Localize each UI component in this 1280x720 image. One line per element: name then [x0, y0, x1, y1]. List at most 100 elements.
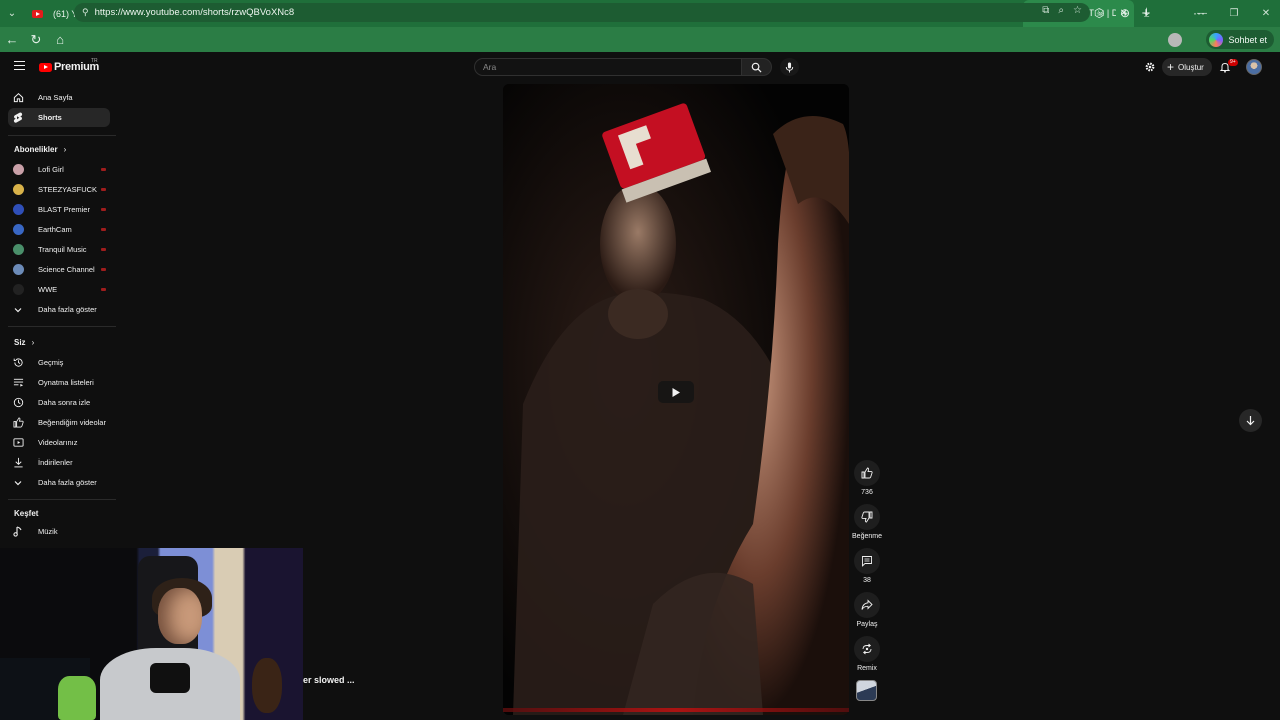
sidebar-item-video[interactable]: Videolarınız: [8, 433, 110, 452]
dislike-button[interactable]: [854, 504, 880, 530]
sidebar-item-clock[interactable]: Daha sonra izle: [8, 393, 110, 412]
back-icon[interactable]: ←: [0, 27, 24, 52]
collections-icon[interactable]: ⊕: [1120, 0, 1130, 25]
sidebar-item-music[interactable]: Müzik: [8, 522, 110, 541]
maximize-icon[interactable]: ❐: [1218, 0, 1250, 27]
downloads-icon[interactable]: ⤓: [1144, 0, 1149, 25]
remix-action[interactable]: Remix: [852, 636, 882, 672]
chevron-down-icon: [8, 300, 38, 319]
channel-avatar-image: [13, 164, 24, 175]
like-action[interactable]: 736: [852, 460, 882, 496]
search-icon: [751, 62, 762, 73]
guide-menu-icon[interactable]: [14, 61, 25, 70]
chevron-right-icon: ›: [63, 145, 67, 154]
sidebar-item-label: İndirilenler: [38, 458, 73, 467]
home-icon: [8, 88, 38, 107]
channel-avatar-image: [13, 184, 24, 195]
channel-avatar-image: [13, 224, 24, 235]
youtube-logo[interactable]: Premium TR: [39, 58, 99, 73]
shorts-icon: [8, 108, 38, 127]
like-count: 736: [861, 489, 873, 496]
remix-button[interactable]: [854, 636, 880, 662]
sidebar-subscription-item[interactable]: STEEZYASFUCK: [8, 180, 110, 199]
arrow-down-icon: [1246, 416, 1255, 426]
sidebar-item-label: STEEZYASFUCK: [38, 185, 98, 194]
sidebar-subscription-item[interactable]: BLAST Premier: [8, 200, 110, 219]
thumbs-up-icon: [8, 413, 38, 432]
extensions-icon[interactable]: ⬡: [1094, 0, 1104, 25]
you-show-more[interactable]: Daha fazla göster: [8, 473, 110, 492]
sidebar-subscription-item[interactable]: Science Channel: [8, 260, 110, 279]
site-info-icon[interactable]: ⚲: [82, 7, 89, 18]
sidebar-item-history[interactable]: Geçmiş: [8, 353, 110, 372]
chevron-right-icon: ›: [31, 338, 35, 347]
copilot-chat-button[interactable]: Sohbet et: [1206, 30, 1274, 49]
sidebar-item-label: Lofi Girl: [38, 165, 64, 174]
sidebar-item-label: Science Channel: [38, 265, 95, 274]
sidebar-subscription-item[interactable]: WWE: [8, 280, 110, 299]
history-icon: [8, 353, 38, 372]
browser-profile-avatar[interactable]: [1168, 33, 1182, 47]
sidebar-item-thumbs-up[interactable]: Beğendiğim videolar: [8, 413, 110, 432]
plus-icon: +: [1167, 60, 1175, 74]
sidebar-item-download[interactable]: İndirilenler: [8, 453, 110, 472]
like-button[interactable]: [854, 460, 880, 486]
sidebar-item-label: BLAST Premier: [38, 205, 90, 214]
search-input[interactable]: Ara: [474, 58, 742, 76]
sidebar-item-label: Daha sonra izle: [38, 398, 91, 407]
guitar-shape: [252, 658, 282, 713]
sidebar-subscription-item[interactable]: Tranquil Music: [8, 240, 110, 259]
you-heading-label: Siz: [14, 338, 26, 347]
comment-count: 38: [863, 577, 871, 584]
share-button[interactable]: [854, 592, 880, 618]
sidebar-item-shorts[interactable]: Shorts: [8, 108, 110, 127]
app-install-icon[interactable]: ⧉: [1042, 5, 1049, 16]
new-content-indicator: [101, 168, 106, 171]
address-bar[interactable]: ⚲ https://www.youtube.com/shorts/rzwQBVo…: [74, 3, 1090, 22]
thumbs-up-icon: [861, 467, 873, 479]
sidebar-item-home[interactable]: Ana Sayfa: [8, 88, 110, 107]
new-content-indicator: [101, 268, 106, 271]
voice-search-button[interactable]: [780, 58, 799, 76]
notification-count-badge: 9+: [1228, 59, 1238, 66]
subscriptions-heading-label: Abonelikler: [14, 145, 58, 154]
url-text: https://www.youtube.com/shorts/rzwQBVoXN…: [94, 7, 295, 18]
create-button[interactable]: + Oluştur: [1162, 58, 1212, 76]
comments-action[interactable]: 38: [852, 548, 882, 584]
play-button[interactable]: [658, 381, 694, 403]
comments-button[interactable]: [854, 548, 880, 574]
sidebar-item-label: WWE: [38, 285, 58, 294]
zoom-icon[interactable]: ⌕: [1058, 5, 1064, 16]
favorite-star-icon[interactable]: ☆: [1073, 5, 1082, 16]
sidebar-subscription-item[interactable]: EarthCam: [8, 220, 110, 239]
streamer-webcam-overlay: [0, 548, 303, 720]
search-button[interactable]: [742, 58, 772, 76]
thumbs-down-icon: [861, 511, 873, 523]
subscriptions-show-more[interactable]: Daha fazla göster: [8, 300, 110, 319]
subscriptions-heading[interactable]: Abonelikler ›: [14, 145, 66, 154]
next-short-button[interactable]: [1239, 409, 1262, 432]
you-heading[interactable]: Siz ›: [14, 338, 34, 347]
channel-avatar-image: [13, 244, 24, 255]
channel-avatar: [8, 200, 38, 219]
tab-actions-chevron-icon[interactable]: ⌄: [0, 0, 24, 27]
home-browser-icon[interactable]: ⌂: [48, 27, 72, 52]
remix-label: Remix: [857, 665, 877, 672]
close-window-icon[interactable]: ✕: [1250, 0, 1280, 27]
sparkle-gear-icon[interactable]: [1143, 60, 1157, 74]
channel-thumbnail[interactable]: [856, 680, 877, 701]
sidebar-item-playlist[interactable]: Oynatma listeleri: [8, 373, 110, 392]
comment-icon: [862, 556, 872, 567]
clock-icon: [8, 393, 38, 412]
video-progress-bar[interactable]: [503, 708, 849, 712]
browser-menu-icon[interactable]: ···: [1193, 0, 1205, 25]
download-icon: [8, 453, 38, 472]
divider: [8, 326, 116, 327]
account-avatar[interactable]: [1246, 59, 1262, 75]
playlist-icon: [8, 373, 38, 392]
dislike-action[interactable]: Beğenme: [846, 504, 888, 540]
reload-icon[interactable]: ↻: [24, 27, 48, 52]
sidebar-subscription-item[interactable]: Lofi Girl: [8, 160, 110, 179]
sidebar-item-label: Ana Sayfa: [38, 93, 73, 102]
share-action[interactable]: Paylaş: [852, 592, 882, 628]
